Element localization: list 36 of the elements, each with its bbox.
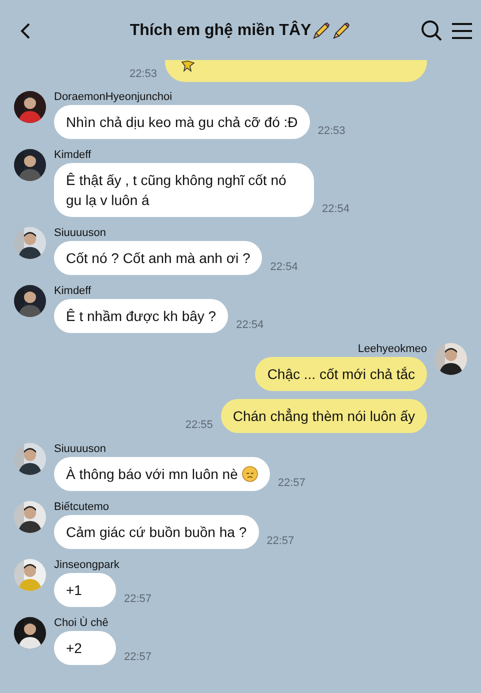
message-time: 22:54 [236, 318, 264, 332]
message-bubble: Ê thật ấy , t cũng không nghĩ cốt nó gu lạ v luôn á [54, 163, 314, 217]
sender-name: DoraemonHyeonjunchoi [54, 91, 174, 104]
message-bubble: +1 [54, 573, 116, 607]
chat-title: Thích em ghệ miền TÂY [130, 20, 312, 41]
sender-name: Siuuuuson [54, 227, 107, 240]
sender-name: Choi Ù chê [54, 617, 110, 630]
message-bubble: Cốt nó ? Cốt anh mà anh ơi ? [54, 241, 262, 275]
message-time: 22:54 [322, 202, 350, 216]
sticker-icon [181, 60, 195, 72]
pencil-icon [331, 21, 352, 41]
message-bubble: +2 [54, 631, 116, 665]
sad-face-icon [242, 466, 258, 482]
message-bubble: Nhìn chả dịu keo mà gu chả cỡ đó :Đ [54, 105, 310, 139]
message-time: 22:57 [266, 534, 294, 548]
sender-name: Biếtcutemo [54, 501, 110, 514]
message-bubble: Chậc ... cốt mới chả tắc [255, 357, 427, 391]
message-time: 22:57 [124, 650, 152, 664]
message-bubble: À thông báo với mn luôn nè [54, 457, 270, 491]
sender-name: Kimdeff [54, 149, 92, 162]
message-time: 22:57 [124, 592, 152, 606]
sender-name: Jinseongpark [54, 559, 120, 572]
menu-icon[interactable] [450, 21, 473, 41]
message-time: 22:54 [270, 260, 298, 274]
message-time: 22:53 [129, 66, 157, 82]
message-time: 22:53 [318, 124, 346, 138]
message-bubble: Chán chẳng thèm nói luôn ấy [220, 399, 427, 433]
message-bubble: Ê t nhầm được kh bây ? [54, 299, 228, 333]
search-icon[interactable] [420, 20, 443, 42]
sender-name: Kimdeff [54, 285, 92, 298]
message-time: 22:55 [185, 418, 213, 432]
pencil-icon [311, 21, 332, 41]
message-time: 22:57 [278, 476, 306, 490]
sender-name: Leehyeokmeo [358, 343, 427, 356]
sender-name: Siuuuuson [54, 443, 107, 456]
message-bubble: Cảm giác cứ buồn buồn ha ? [54, 515, 259, 549]
